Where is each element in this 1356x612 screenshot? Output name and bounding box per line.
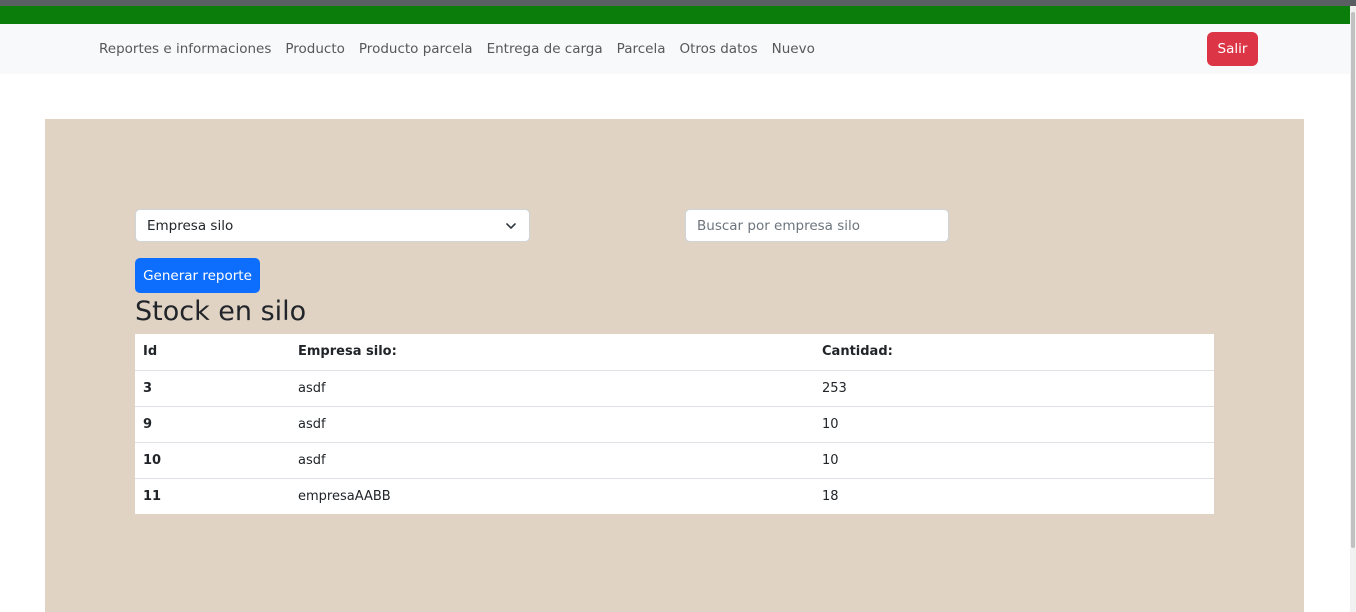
cell-cantidad: 253 xyxy=(814,370,1214,407)
logout-button[interactable]: Salir xyxy=(1207,32,1258,66)
table-row: 11 empresaAABB 18 xyxy=(135,478,1214,514)
nav-item-parcela[interactable]: Parcela xyxy=(617,41,666,57)
column-header-id: Id xyxy=(135,334,290,371)
column-header-empresa: Empresa silo: xyxy=(290,334,814,371)
table-row: 10 asdf 10 xyxy=(135,442,1214,479)
page-title: Stock en silo xyxy=(135,296,307,327)
cell-empresa: asdf xyxy=(290,406,814,443)
nav-links: Reportes e informaciones Producto Produc… xyxy=(99,24,829,74)
cell-cantidad: 18 xyxy=(822,488,839,504)
cell-id: 11 xyxy=(143,488,162,504)
cell-empresa: empresaAABB xyxy=(298,488,391,504)
cell-id: 3 xyxy=(135,370,290,407)
brand-color-bar xyxy=(0,6,1350,24)
cell-empresa: asdf xyxy=(290,370,814,407)
navbar: Reportes e informaciones Producto Produc… xyxy=(0,24,1350,74)
table: Id Empresa silo: Cantidad: 3 asdf 253 9 … xyxy=(135,334,1214,514)
table-row: 9 asdf 10 xyxy=(135,406,1214,443)
cell-cantidad: 10 xyxy=(814,406,1214,443)
nav-item-nuevo[interactable]: Nuevo xyxy=(772,41,815,57)
stock-table: Id Empresa silo: Cantidad: 3 asdf 253 9 … xyxy=(135,334,1214,514)
column-header-cantidad: Cantidad: xyxy=(814,334,1214,371)
table-header-row: Id Empresa silo: Cantidad: xyxy=(135,334,1214,371)
generate-report-button[interactable]: Generar reporte xyxy=(135,258,260,293)
scrollbar-thumb[interactable] xyxy=(1351,12,1355,548)
cell-id: 9 xyxy=(135,406,290,443)
select-value: Empresa silo xyxy=(147,218,234,234)
cell-empresa: asdf xyxy=(290,442,814,479)
nav-item-entrega-de-carga[interactable]: Entrega de carga xyxy=(487,41,603,57)
nav-item-producto-parcela[interactable]: Producto parcela xyxy=(359,41,473,57)
table-row: 3 asdf 253 xyxy=(135,370,1214,407)
chevron-down-icon xyxy=(506,223,516,229)
nav-item-producto[interactable]: Producto xyxy=(285,41,345,57)
cell-cantidad: 10 xyxy=(814,442,1214,479)
cell-id: 10 xyxy=(135,442,290,479)
empresa-silo-select[interactable]: Empresa silo xyxy=(135,209,530,242)
search-input[interactable] xyxy=(685,209,949,242)
nav-item-otros-datos[interactable]: Otros datos xyxy=(679,41,757,57)
nav-item-reportes[interactable]: Reportes e informaciones xyxy=(99,41,271,57)
